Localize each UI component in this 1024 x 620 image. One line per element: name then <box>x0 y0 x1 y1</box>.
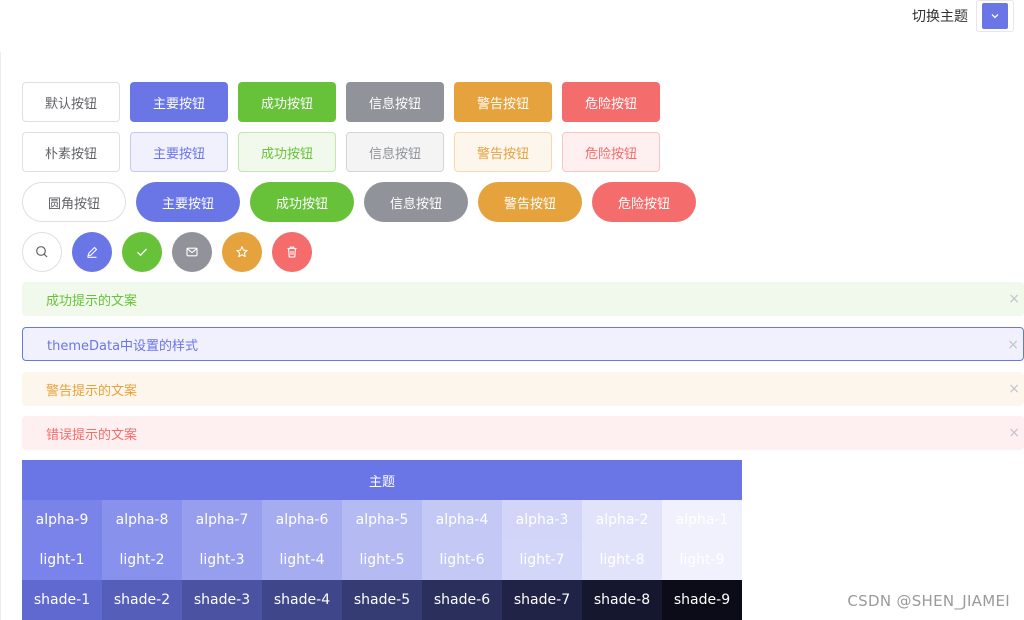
palette-cell: shade-2 <box>102 580 182 620</box>
theme-switcher: 切换主题 <box>912 0 1014 32</box>
circle-edit-button[interactable] <box>72 232 112 272</box>
palette-cell: alpha-5 <box>342 500 422 540</box>
close-icon[interactable]: × <box>1008 291 1020 307</box>
palette-title: 主题 <box>22 460 742 500</box>
palette-cell: light-9 <box>662 540 742 580</box>
alert-warning-text: 警告提示的文案 <box>46 383 138 399</box>
alert-success: 成功提示的文案 × <box>22 282 1024 316</box>
round-success-button[interactable]: 成功按钮 <box>250 182 354 222</box>
circle-star-button[interactable] <box>222 232 262 272</box>
warning-button[interactable]: 警告按钮 <box>454 82 552 122</box>
palette-cell: light-3 <box>182 540 262 580</box>
close-icon[interactable]: × <box>1007 337 1019 353</box>
alert-error-text: 错误提示的文案 <box>46 427 138 443</box>
palette-cell: alpha-3 <box>502 500 582 540</box>
palette-cell: light-2 <box>102 540 182 580</box>
palette-cell: shade-7 <box>502 580 582 620</box>
palette-row-alpha: alpha-9 alpha-8 alpha-7 alpha-6 alpha-5 … <box>22 500 742 540</box>
palette-cell: shade-6 <box>422 580 502 620</box>
round-info-button[interactable]: 信息按钮 <box>364 182 468 222</box>
alert-success-text: 成功提示的文案 <box>46 293 138 309</box>
plain-warning-button[interactable]: 警告按钮 <box>454 132 552 172</box>
primary-button[interactable]: 主要按钮 <box>130 82 228 122</box>
alert-theme-text: themeData中设置的样式 <box>47 338 199 354</box>
close-icon[interactable]: × <box>1008 381 1020 397</box>
circle-message-button[interactable] <box>172 232 212 272</box>
message-icon <box>186 247 198 257</box>
round-default-button[interactable]: 圆角按钮 <box>22 182 126 222</box>
buttons-row-round: 圆角按钮 主要按钮 成功按钮 信息按钮 警告按钮 危险按钮 <box>22 182 696 222</box>
search-icon <box>36 246 48 258</box>
star-icon <box>236 246 248 258</box>
alert-warning: 警告提示的文案 × <box>22 372 1024 406</box>
alert-theme: themeData中设置的样式 × <box>22 327 1024 361</box>
circle-check-button[interactable] <box>122 232 162 272</box>
theme-dropdown[interactable] <box>976 0 1014 32</box>
circle-search-button[interactable] <box>22 232 62 272</box>
info-button[interactable]: 信息按钮 <box>346 82 444 122</box>
palette-cell: shade-5 <box>342 580 422 620</box>
danger-button[interactable]: 危险按钮 <box>562 82 660 122</box>
palette-cell: light-6 <box>422 540 502 580</box>
palette-cell: shade-4 <box>262 580 342 620</box>
plain-danger-button[interactable]: 危险按钮 <box>562 132 660 172</box>
palette-cell: shade-1 <box>22 580 102 620</box>
palette-cell: light-4 <box>262 540 342 580</box>
palette-cell: alpha-6 <box>262 500 342 540</box>
plain-primary-button[interactable]: 主要按钮 <box>130 132 228 172</box>
buttons-row-circle <box>22 232 312 272</box>
buttons-row-plain: 朴素按钮 主要按钮 成功按钮 信息按钮 警告按钮 危险按钮 <box>22 132 660 172</box>
palette-cell: shade-3 <box>182 580 262 620</box>
palette-cell: alpha-9 <box>22 500 102 540</box>
palette-cell: alpha-1 <box>662 500 742 540</box>
check-icon <box>137 248 147 257</box>
round-danger-button[interactable]: 危险按钮 <box>592 182 696 222</box>
theme-switch-label: 切换主题 <box>912 9 968 25</box>
palette-cell: shade-8 <box>582 580 662 620</box>
success-button[interactable]: 成功按钮 <box>238 82 336 122</box>
palette-cell: shade-9 <box>662 580 742 620</box>
theme-color-swatch[interactable] <box>982 3 1008 29</box>
buttons-row-default: 默认按钮 主要按钮 成功按钮 信息按钮 警告按钮 危险按钮 <box>22 82 660 122</box>
edit-icon <box>87 246 98 258</box>
palette-cell: light-8 <box>582 540 662 580</box>
palette-cell: light-1 <box>22 540 102 580</box>
alert-error: 错误提示的文案 × <box>22 416 1024 450</box>
round-primary-button[interactable]: 主要按钮 <box>136 182 240 222</box>
palette-row-shade: shade-1 shade-2 shade-3 shade-4 shade-5 … <box>22 580 742 620</box>
palette-cell: alpha-8 <box>102 500 182 540</box>
palette-row-light: light-1 light-2 light-3 light-4 light-5 … <box>22 540 742 580</box>
close-icon[interactable]: × <box>1008 425 1020 441</box>
theme-palette: 主题 alpha-9 alpha-8 alpha-7 alpha-6 alpha… <box>22 460 742 620</box>
palette-cell: light-7 <box>502 540 582 580</box>
chevron-down-icon <box>991 14 999 19</box>
plain-success-button[interactable]: 成功按钮 <box>238 132 336 172</box>
divider <box>0 52 1 620</box>
default-button[interactable]: 默认按钮 <box>22 82 120 122</box>
palette-cell: alpha-7 <box>182 500 262 540</box>
delete-icon <box>287 246 297 258</box>
circle-delete-button[interactable] <box>272 232 312 272</box>
watermark: CSDN @SHEN_JIAMEI <box>847 592 1010 610</box>
round-warning-button[interactable]: 警告按钮 <box>478 182 582 222</box>
palette-cell: alpha-2 <box>582 500 662 540</box>
plain-default-button[interactable]: 朴素按钮 <box>22 132 120 172</box>
palette-cell: light-5 <box>342 540 422 580</box>
palette-cell: alpha-4 <box>422 500 502 540</box>
plain-info-button[interactable]: 信息按钮 <box>346 132 444 172</box>
